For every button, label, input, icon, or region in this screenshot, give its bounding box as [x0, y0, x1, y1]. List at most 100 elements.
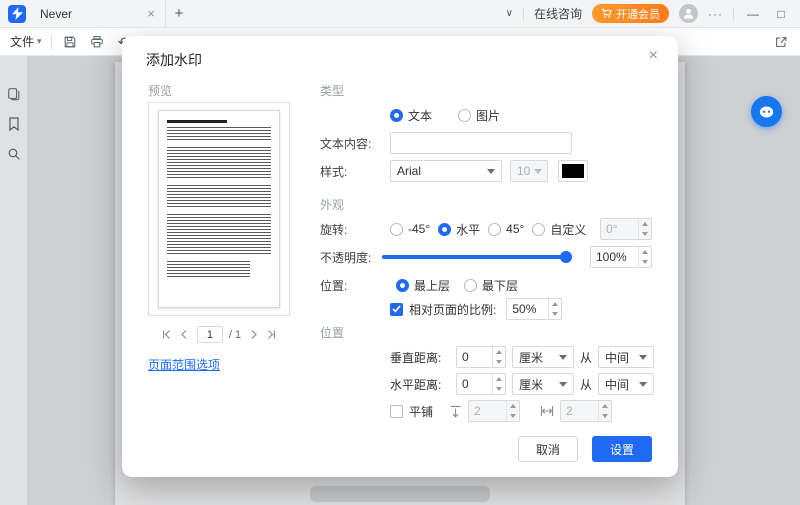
dialog-close-icon[interactable]: ×	[649, 47, 658, 65]
font-dropdown[interactable]: Arial	[390, 160, 502, 182]
radio-layer-top[interactable]: 最上层	[396, 277, 450, 294]
document-tab[interactable]: Never ×	[34, 0, 166, 28]
first-page-button[interactable]	[161, 328, 173, 342]
step-up-icon[interactable]	[493, 374, 505, 384]
rotation-label: 旋转:	[320, 222, 348, 237]
stepper-buttons[interactable]	[548, 299, 561, 319]
radio-type-image[interactable]: 图片	[458, 107, 500, 124]
step-down-icon[interactable]	[493, 357, 505, 367]
stepper-buttons[interactable]	[506, 401, 519, 421]
font-size-dropdown[interactable]: 10	[510, 160, 548, 182]
assistant-button[interactable]	[751, 96, 782, 127]
tile-checkbox[interactable]	[390, 404, 403, 418]
save-icon	[64, 36, 75, 47]
apply-button[interactable]: 设置	[592, 436, 652, 462]
font-size-value: 10	[517, 164, 531, 178]
watermark-text-input[interactable]	[390, 132, 572, 154]
stepper-buttons[interactable]	[638, 247, 651, 267]
app-logo-glyph	[11, 7, 23, 20]
avatar[interactable]	[679, 4, 698, 23]
tile-vertical-input[interactable]	[469, 401, 507, 421]
prev-page-button[interactable]	[179, 328, 191, 342]
first-page-icon	[163, 330, 171, 339]
custom-angle-spinner[interactable]	[600, 218, 652, 240]
opacity-slider-handle[interactable]	[560, 251, 572, 263]
scale-input[interactable]	[507, 299, 549, 319]
opacity-spinner[interactable]	[590, 246, 652, 268]
next-page-button[interactable]	[247, 328, 259, 342]
vertical-distance-input[interactable]	[457, 347, 492, 367]
vertical-unit-value: 厘米	[519, 350, 544, 365]
horizontal-unit-dropdown[interactable]: 厘米	[512, 373, 574, 395]
step-down-icon[interactable]	[639, 257, 651, 267]
radio-type-image-label: 图片	[476, 108, 501, 123]
step-up-icon[interactable]	[599, 401, 611, 411]
more-icon[interactable]: ···	[708, 7, 723, 21]
vertical-distance-label: 垂直距离:	[390, 350, 442, 365]
horizontal-distance-input[interactable]	[457, 374, 492, 394]
step-down-icon[interactable]	[639, 229, 651, 239]
vertical-unit-dropdown[interactable]: 厘米	[512, 346, 574, 368]
maximize-button[interactable]: □	[772, 7, 790, 21]
minimize-button[interactable]: —	[744, 7, 762, 21]
divider	[50, 34, 52, 49]
stepper-buttons[interactable]	[492, 374, 505, 394]
dialog-footer: 取消 设置	[518, 436, 652, 462]
scale-spinner[interactable]	[506, 298, 563, 320]
radio-rot-45-label: 45°	[506, 222, 525, 236]
scale-row: 相对页面的比例:	[390, 298, 563, 320]
caret-down-icon	[639, 354, 648, 360]
vertical-anchor-dropdown[interactable]: 中间	[598, 346, 655, 368]
radio-rot-neg45[interactable]: -45°	[390, 222, 430, 236]
tile-horizontal-input[interactable]	[561, 401, 599, 421]
radio-rot-custom[interactable]: 自定义	[532, 221, 586, 238]
color-picker[interactable]	[558, 160, 588, 182]
radio-type-text[interactable]: 文本	[390, 107, 432, 124]
step-up-icon[interactable]	[639, 247, 651, 257]
radio-rot-45[interactable]: 45°	[488, 222, 524, 236]
file-menu-label: 文件	[10, 35, 35, 49]
stepper-buttons[interactable]	[638, 219, 651, 239]
tile-horizontal-spinner[interactable]	[560, 400, 613, 422]
cancel-button[interactable]: 取消	[518, 436, 578, 462]
step-down-icon[interactable]	[549, 309, 561, 319]
horizontal-distance-label: 水平距离:	[390, 377, 442, 392]
step-down-icon[interactable]	[507, 411, 519, 421]
print-icon	[90, 35, 103, 47]
radio-rot-horizontal[interactable]: 水平	[438, 221, 480, 238]
last-page-button[interactable]	[265, 328, 277, 342]
step-up-icon[interactable]	[549, 299, 561, 309]
opacity-input[interactable]	[591, 247, 638, 267]
step-down-icon[interactable]	[599, 411, 611, 421]
tab-close-icon[interactable]: ×	[145, 6, 157, 21]
page-range-link[interactable]: 页面范围选项	[148, 356, 220, 373]
online-consult-link[interactable]: 在线咨询	[534, 5, 582, 22]
radio-layer-bottom[interactable]: 最下层	[464, 277, 518, 294]
custom-angle-input[interactable]	[601, 219, 638, 239]
tile-vertical-spinner[interactable]	[468, 400, 521, 422]
chevron-down-icon[interactable]: ∨	[506, 8, 513, 19]
step-down-icon[interactable]	[493, 384, 505, 394]
scale-checkbox[interactable]	[390, 302, 403, 316]
step-up-icon[interactable]	[493, 347, 505, 357]
step-up-icon[interactable]	[507, 401, 519, 411]
horizontal-anchor-dropdown[interactable]: 中间	[598, 373, 655, 395]
membership-button[interactable]: 开通会员	[592, 4, 669, 23]
divider	[522, 6, 524, 21]
open-in-new-button[interactable]	[772, 33, 790, 51]
save-button[interactable]	[61, 33, 79, 51]
titlebar-right: ∨ 在线咨询 开通会员 ··· — □	[506, 4, 800, 23]
caret-down-icon	[559, 354, 567, 360]
preview-frame	[148, 102, 290, 316]
stepper-buttons[interactable]	[598, 401, 611, 421]
vertical-distance-spinner[interactable]	[456, 346, 506, 368]
page-number-input[interactable]	[196, 326, 223, 343]
stepper-buttons[interactable]	[492, 347, 505, 367]
new-tab-button[interactable]: +	[166, 5, 192, 22]
print-button[interactable]	[88, 33, 106, 51]
step-up-icon[interactable]	[639, 219, 651, 229]
radio-dot	[396, 278, 409, 292]
file-menu[interactable]: 文件 ▾	[10, 33, 42, 50]
opacity-slider[interactable]	[382, 251, 572, 263]
horizontal-distance-spinner[interactable]	[456, 373, 506, 395]
